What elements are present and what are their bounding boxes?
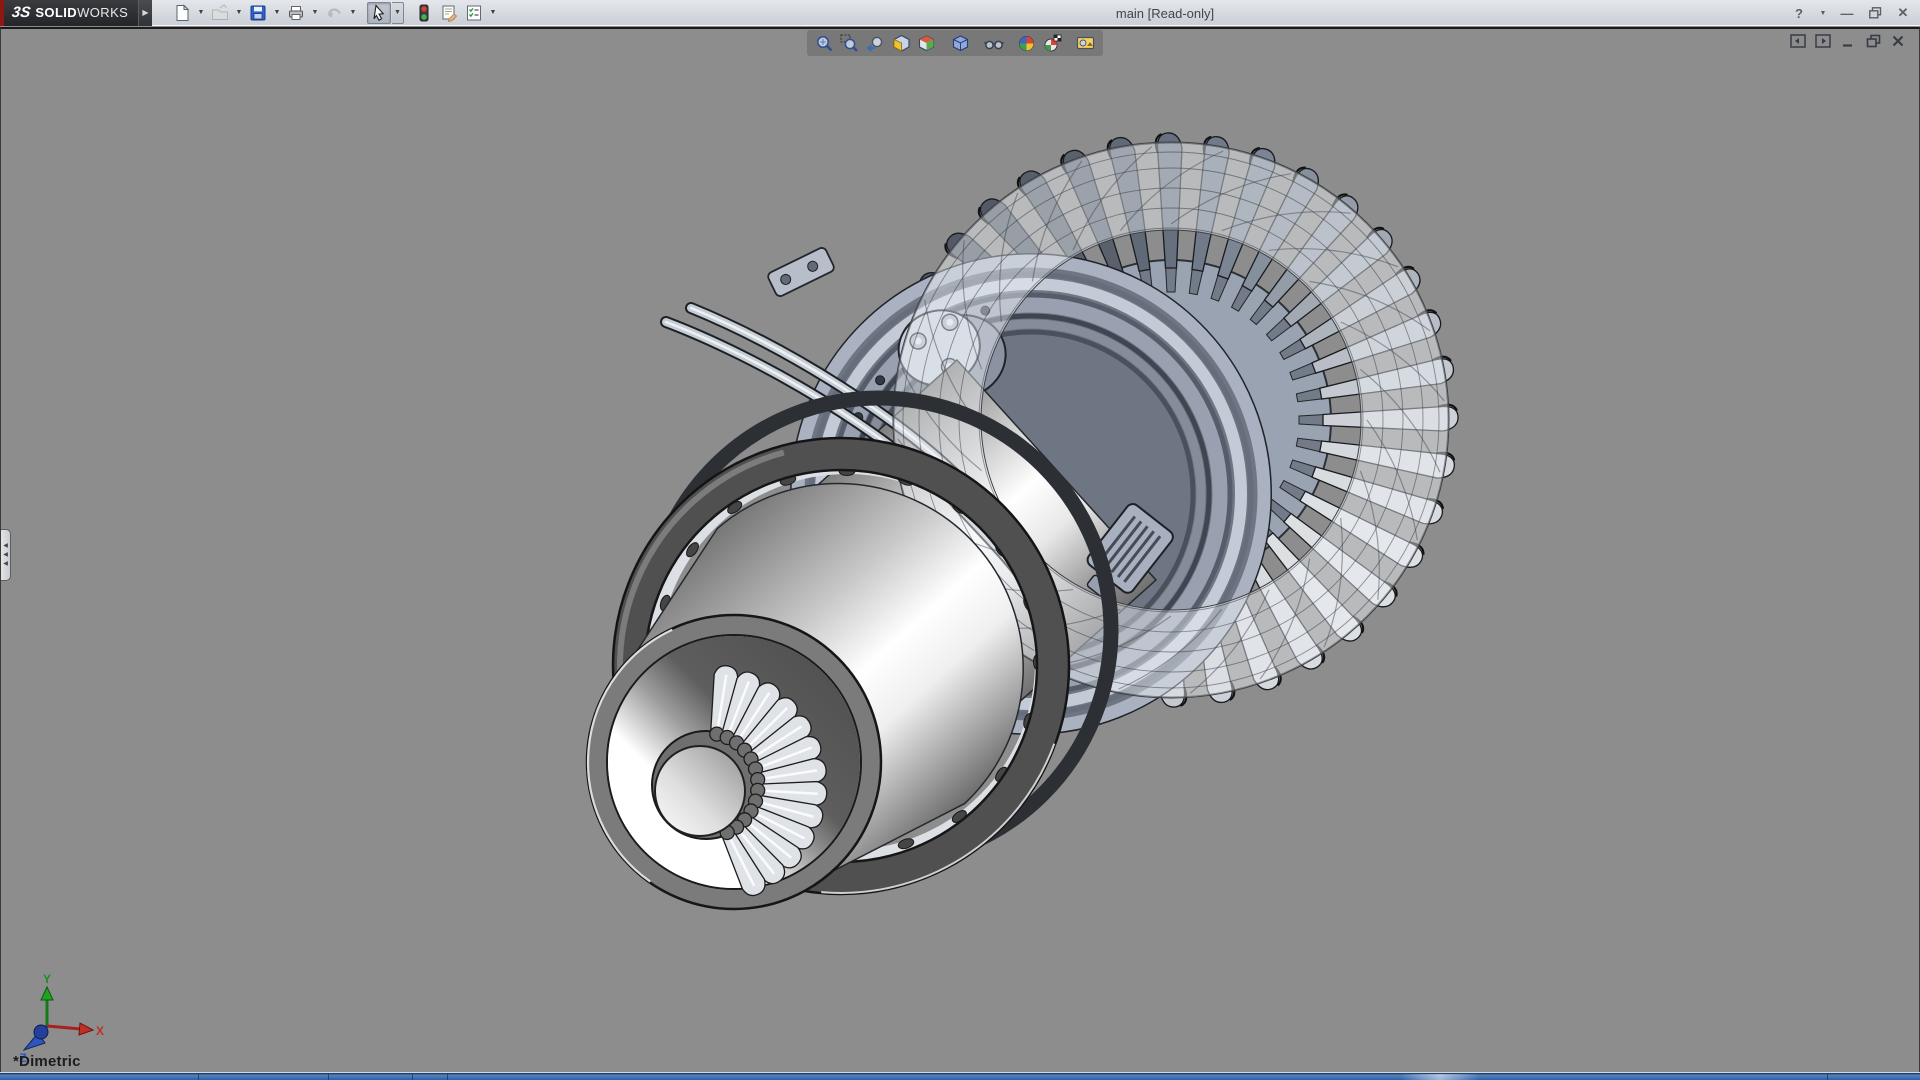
collapse-panel-icon: [1790, 34, 1806, 48]
new-document-button[interactable]: [170, 2, 194, 24]
new-document-dropdown[interactable]: ▼: [195, 2, 207, 24]
statusbar-divider: [198, 1074, 199, 1080]
splitter-arrow-icon: ◀: [3, 561, 8, 567]
headsup-view-toolbar: [807, 30, 1103, 56]
open-folder-icon: [211, 4, 229, 22]
statusbar-divider: [412, 1074, 413, 1080]
expand-feature-panel-button[interactable]: [1814, 32, 1832, 50]
appearance-sphere-icon: [1017, 34, 1036, 53]
undo-button[interactable]: [322, 2, 346, 24]
options-dropdown[interactable]: ▼: [487, 2, 499, 24]
app-logo: 3S SOLIDWORKS ▶: [0, 0, 152, 26]
previous-view-button[interactable]: [864, 32, 886, 54]
undo-dropdown[interactable]: ▼: [347, 2, 359, 24]
brand-3s-glyph: 3S: [11, 4, 32, 21]
select-tool-button[interactable]: [367, 2, 391, 24]
open-document-dropdown[interactable]: ▼: [233, 2, 245, 24]
view-orientation-label: *Dimetric: [13, 1053, 81, 1070]
zoom-to-area-icon: [840, 34, 859, 53]
file-properties-button[interactable]: [437, 2, 461, 24]
restore-icon: [1869, 7, 1882, 19]
help-button[interactable]: ?: [1790, 3, 1808, 23]
display-style-button[interactable]: [949, 32, 971, 54]
brand-wordmark: SOLIDWORKS: [35, 5, 128, 20]
feature-panel-splitter[interactable]: ◀ ◀ ◀: [1, 529, 11, 581]
select-tool-dropdown[interactable]: ▼: [392, 2, 404, 24]
window-controls: ? ▼ — ✕: [1790, 0, 1912, 26]
orientation-triad: Y X Z: [19, 972, 104, 1065]
edit-appearance-button[interactable]: [1016, 32, 1038, 54]
new-document-icon: [173, 4, 191, 22]
mount-plate[interactable]: [767, 246, 836, 297]
status-bar: [0, 1072, 1920, 1080]
scene-sphere-flag-icon: [1043, 34, 1062, 53]
zoom-to-fit-button[interactable]: [813, 32, 835, 54]
statusbar-divider: [447, 1074, 448, 1080]
minimize-window-button[interactable]: —: [1838, 3, 1856, 23]
restore-window-button[interactable]: [1866, 3, 1884, 23]
standard-toolbar: ▼ ▼ ▼ ▼ ▼: [152, 0, 499, 26]
statusbar-divider: [328, 1074, 329, 1080]
close-window-button[interactable]: ✕: [1894, 3, 1912, 23]
close-document-button[interactable]: [1889, 32, 1907, 50]
print-dropdown[interactable]: ▼: [309, 2, 321, 24]
previous-view-icon: [866, 34, 885, 53]
zoom-to-area-button[interactable]: [839, 32, 861, 54]
collapse-feature-panel-button[interactable]: [1789, 32, 1807, 50]
document-title: main [Read-only]: [1116, 0, 1214, 26]
view-settings-icon: [1076, 34, 1095, 53]
save-dropdown[interactable]: ▼: [271, 2, 283, 24]
minimize-document-button[interactable]: [1839, 32, 1857, 50]
traffic-light-icon: [415, 4, 433, 22]
model-canvas[interactable]: Y X Z: [1, 29, 1920, 1075]
options-checklist-icon: [465, 4, 483, 22]
triad-x-label: X: [96, 1024, 104, 1038]
minimize-doc-icon: [1841, 34, 1855, 48]
hide-show-items-button[interactable]: [983, 32, 1005, 54]
open-document-button[interactable]: [208, 2, 232, 24]
restore-document-button[interactable]: [1864, 32, 1882, 50]
triad-y-label: Y: [43, 972, 51, 986]
shaft-hub-face[interactable]: [655, 746, 745, 836]
statusbar-highlight: [1400, 1074, 1480, 1080]
engine-model[interactable]: [587, 133, 1458, 909]
section-view-button[interactable]: [890, 32, 912, 54]
eyeglasses-icon: [984, 34, 1004, 53]
view-orientation-button[interactable]: [916, 32, 938, 54]
close-doc-icon: [1891, 34, 1905, 48]
zoom-to-fit-icon: [815, 34, 834, 53]
rebuild-button[interactable]: [412, 2, 436, 24]
apply-scene-button[interactable]: [1042, 32, 1064, 54]
menu-expand-arrow[interactable]: ▶: [138, 0, 152, 26]
section-view-icon: [892, 34, 911, 53]
brand-red-strip: [0, 0, 4, 26]
view-settings-button[interactable]: [1075, 32, 1097, 54]
document-window-controls: [1789, 32, 1907, 50]
restore-doc-icon: [1866, 34, 1881, 48]
view-orientation-cube-icon: [917, 34, 936, 53]
help-dropdown[interactable]: ▼: [1818, 3, 1828, 23]
print-button[interactable]: [284, 2, 308, 24]
printer-icon: [287, 4, 305, 22]
splitter-arrow-icon: ◀: [3, 552, 8, 558]
save-floppy-icon: [249, 4, 267, 22]
expand-panel-icon: [1815, 34, 1831, 48]
splitter-arrow-icon: ◀: [3, 543, 8, 549]
statusbar-divider: [1827, 1074, 1828, 1080]
graphics-viewport[interactable]: Y X Z: [0, 27, 1920, 1073]
undo-arrow-icon: [325, 4, 343, 22]
display-style-cube-icon: [951, 34, 970, 53]
title-bar: 3S SOLIDWORKS ▶ ▼ ▼ ▼: [0, 0, 1920, 26]
select-cursor-icon: [370, 4, 388, 22]
options-button[interactable]: [462, 2, 486, 24]
file-properties-icon: [440, 4, 458, 22]
save-button[interactable]: [246, 2, 270, 24]
